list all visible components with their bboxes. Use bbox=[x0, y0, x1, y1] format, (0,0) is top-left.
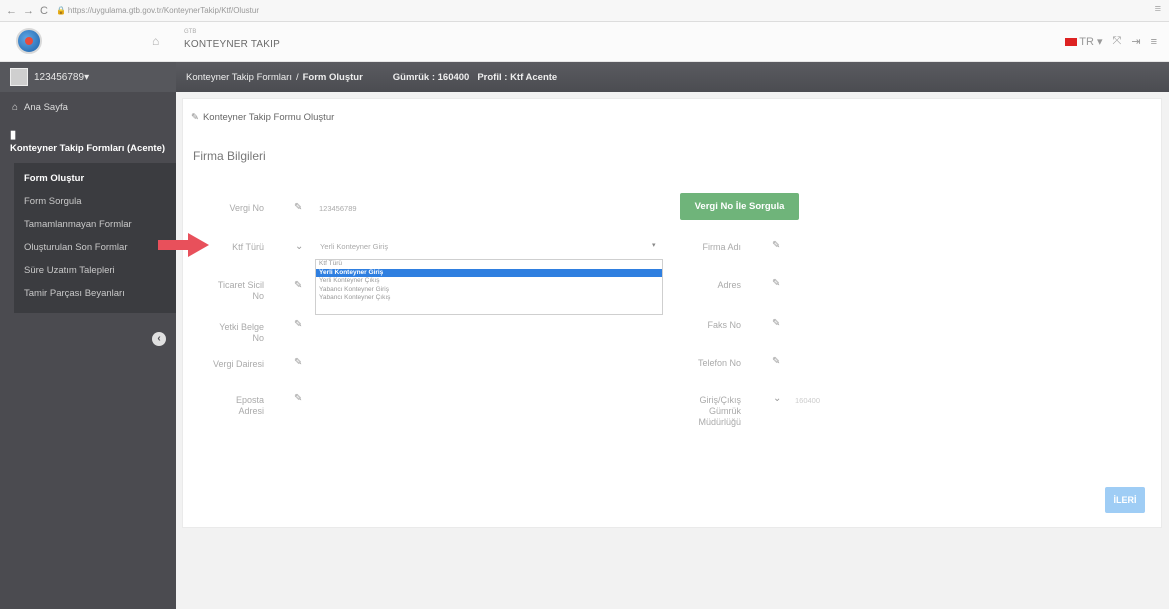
faks-label: Faks No bbox=[707, 320, 741, 330]
language-label: TR bbox=[1079, 36, 1094, 48]
sidebar-collapse-icon[interactable]: ‹ bbox=[152, 332, 166, 346]
app-title: KONTEYNER TAKIP bbox=[184, 39, 280, 50]
sidebar-section-label: Konteyner Takip Formları (Acente) bbox=[10, 143, 166, 154]
dropdown-option[interactable]: Yabancı Konteyner Çıkış bbox=[316, 294, 662, 303]
home-icon: ⌂ bbox=[12, 102, 19, 113]
chevron-down-icon: ⌄ bbox=[773, 393, 782, 404]
panel-title: ✎ Konteyner Takip Formu Oluştur bbox=[191, 112, 334, 123]
vergi-no-label: Vergi No bbox=[229, 203, 264, 213]
vergi-dairesi-label: Vergi Dairesi bbox=[212, 359, 264, 369]
edit-icon: ✎ bbox=[294, 319, 303, 330]
chevron-down-icon: ⌄ bbox=[295, 241, 304, 252]
section-title: Firma Bilgileri bbox=[193, 149, 266, 163]
label-line: Yetki Belge bbox=[219, 322, 264, 332]
breadcrumb-current: Form Oluştur bbox=[302, 71, 363, 83]
sidebar-item-home[interactable]: ⌂ Ana Sayfa bbox=[0, 92, 176, 123]
edit-icon: ✎ bbox=[294, 357, 303, 368]
sidebar-item-form-sorgula[interactable]: Form Sorgula bbox=[14, 190, 176, 213]
lock-icon: 🔒 bbox=[55, 6, 66, 15]
edit-icon: ✎ bbox=[294, 280, 303, 291]
browser-menu-icon[interactable]: ≡ bbox=[1155, 3, 1161, 15]
dropdown-option[interactable]: Ktf Türü bbox=[316, 260, 662, 269]
address-bar[interactable]: 🔒 https://uygulama.gtb.gov.tr/KonteynerTa… bbox=[56, 6, 259, 15]
sidebar-item-tamamlanmayan[interactable]: Tamamlanmayan Formlar bbox=[14, 213, 176, 236]
edit-icon: ✎ bbox=[772, 356, 781, 367]
label-line: No bbox=[252, 291, 264, 301]
label-line: Eposta bbox=[235, 395, 264, 405]
profile-info: Profil : Ktf Acente bbox=[477, 71, 558, 83]
edit-icon: ✎ bbox=[772, 278, 781, 289]
sidebar-section-forms[interactable]: ▮ Konteyner Takip Formları (Acente) bbox=[0, 123, 176, 163]
dropdown-option[interactable]: Yerli Konteyner Çıkış bbox=[316, 277, 662, 286]
menu-icon[interactable]: ≡ bbox=[1151, 36, 1157, 48]
label-line: Adresi bbox=[238, 406, 264, 416]
edit-icon: ✎ bbox=[294, 393, 303, 404]
sidebar-item-label: Ana Sayfa bbox=[24, 102, 68, 113]
ktf-turu-select[interactable]: Yerli Konteyner Giriş bbox=[318, 239, 663, 255]
fullscreen-icon[interactable]: ⤧ bbox=[1113, 35, 1122, 48]
url-text: https://uygulama.gtb.gov.tr/KonteynerTak… bbox=[67, 6, 259, 15]
browser-toolbar: ← → C 🔒 https://uygulama.gtb.gov.tr/Konte… bbox=[0, 0, 1169, 22]
sidebar-item-form-olustur[interactable]: Form Oluştur bbox=[14, 167, 176, 190]
sidebar-item-tamir-parcasi[interactable]: Tamir Parçası Beyanları bbox=[14, 282, 176, 305]
vergi-no-query-button[interactable]: Vergi No İle Sorgula bbox=[680, 193, 799, 220]
sidebar: 123456789 ▾ ⌂ Ana Sayfa ▮ Konteyner Taki… bbox=[0, 62, 176, 609]
adres-label: Adres bbox=[717, 280, 741, 290]
edit-icon: ✎ bbox=[772, 318, 781, 329]
giris-cikis-select[interactable]: 160400 bbox=[795, 396, 820, 405]
edit-icon: ✎ bbox=[772, 240, 781, 251]
dropdown-option[interactable]: Yerli Konteyner Giriş bbox=[316, 268, 662, 277]
label-line: Ticaret Sicil bbox=[217, 280, 264, 290]
firma-adi-label: Firma Adı bbox=[702, 242, 741, 252]
dropdown-option[interactable]: Yabancı Konteyner Giriş bbox=[316, 286, 662, 295]
user-caret-icon: ▾ bbox=[84, 71, 90, 83]
back-icon[interactable]: ← bbox=[6, 5, 17, 17]
ktf-turu-label: Ktf Türü bbox=[232, 242, 264, 252]
breadcrumb: Konteyner Takip Formları / Form Oluştur … bbox=[176, 62, 1169, 92]
telefon-label: Telefon No bbox=[697, 358, 741, 368]
panel-title-text: Konteyner Takip Formu Oluştur bbox=[202, 112, 335, 123]
home-icon[interactable]: ⌂ bbox=[152, 34, 159, 48]
header-actions: TR ▾ ⤧ ⇥ ≡ bbox=[1065, 35, 1157, 48]
logo-icon[interactable] bbox=[16, 28, 42, 54]
app-header: ⌂ GTB KONTEYNER TAKIP TR ▾ ⤧ ⇥ ≡ bbox=[0, 22, 1169, 62]
customs-info: Gümrük : 160400 bbox=[392, 71, 470, 83]
annotation-arrow-icon bbox=[158, 233, 209, 257]
eposta-label: Eposta Adresi bbox=[203, 395, 264, 417]
next-button[interactable]: İLERİ bbox=[1105, 487, 1145, 513]
app-subtitle: GTB bbox=[184, 29, 197, 35]
yetki-belge-label: Yetki Belge No bbox=[203, 322, 264, 344]
breadcrumb-separator: / bbox=[295, 71, 299, 83]
label-line: Giriş/Çıkış bbox=[699, 395, 742, 405]
forward-icon[interactable]: → bbox=[23, 5, 34, 17]
sidebar-item-sure-uzatim[interactable]: Süre Uzatım Talepleri bbox=[14, 259, 176, 282]
sidebar-submenu: Form Oluştur Form Sorgula Tamamlanmayan … bbox=[14, 163, 176, 313]
label-line: Gümrük bbox=[708, 406, 741, 416]
flag-icon bbox=[1065, 38, 1078, 47]
document-icon: ▮ bbox=[10, 129, 17, 141]
user-name: 123456789 bbox=[34, 71, 85, 83]
giris-cikis-label: Giriş/Çıkış Gümrük Müdürlüğü bbox=[673, 395, 741, 428]
user-menu[interactable]: 123456789 ▾ bbox=[0, 62, 176, 92]
vergi-no-input[interactable]: 123456789 bbox=[319, 204, 357, 213]
logout-icon[interactable]: ⇥ bbox=[1131, 35, 1140, 48]
form-panel: ✎ Konteyner Takip Formu Oluştur Firma Bil… bbox=[182, 98, 1162, 528]
sidebar-item-son-formlar[interactable]: Oluşturulan Son Formlar bbox=[14, 236, 176, 259]
ktf-turu-dropdown: Ktf Türü Yerli Konteyner Giriş Yerli Konte… bbox=[315, 259, 663, 315]
logo-dot bbox=[25, 37, 33, 45]
label-line: No bbox=[252, 333, 264, 343]
breadcrumb-forms[interactable]: Konteyner Takip Formları bbox=[186, 72, 292, 83]
label-line: Müdürlüğü bbox=[698, 417, 741, 427]
language-selector[interactable]: TR ▾ bbox=[1065, 35, 1103, 48]
reload-icon[interactable]: C bbox=[40, 5, 48, 17]
select-caret-icon[interactable]: ▾ bbox=[652, 241, 656, 249]
edit-icon: ✎ bbox=[191, 112, 199, 123]
avatar bbox=[10, 68, 28, 86]
ticaret-sicil-label: Ticaret Sicil No bbox=[203, 280, 264, 302]
edit-icon: ✎ bbox=[294, 202, 303, 213]
